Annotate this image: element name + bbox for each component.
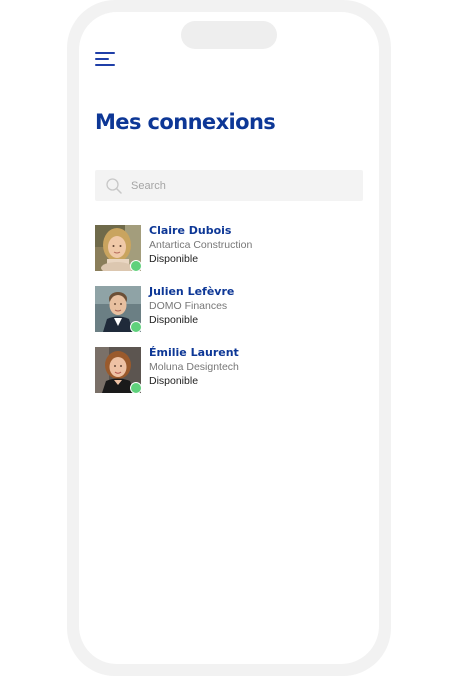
menu-line: [95, 52, 115, 54]
status-online-indicator: [130, 321, 142, 333]
contact-company: Moluna Designtech: [149, 361, 239, 373]
contact-list: Claire Dubois Antartica Construction Dis…: [95, 224, 365, 408]
status-online-indicator: [130, 260, 142, 272]
contact-name: Julien Lefèvre: [149, 285, 235, 298]
avatar: [95, 347, 142, 394]
search-input[interactable]: [131, 179, 331, 192]
phone-notch: [181, 21, 277, 49]
contact-item-claire-dubois[interactable]: Claire Dubois Antartica Construction Dis…: [95, 224, 365, 286]
avatar: [95, 225, 142, 272]
phone-screen: Mes connexions Search Claire Dubois Anta…: [79, 12, 379, 664]
search-icon: [106, 177, 122, 194]
contact-status: Disponible: [149, 314, 199, 326]
search-bar[interactable]: [95, 170, 363, 201]
contact-details: Julien Lefèvre DOMO Finances Disponible: [149, 285, 234, 327]
contact-item-julien-lefevre[interactable]: Julien Lefèvre DOMO Finances Disponible: [95, 285, 365, 347]
page-title: Mes connexions: [95, 110, 276, 134]
menu-line: [95, 64, 115, 66]
contact-name: Claire Dubois: [149, 224, 232, 237]
contact-status: Disponible: [149, 375, 199, 387]
contact-details: Claire Dubois Antartica Construction Dis…: [149, 224, 252, 266]
status-online-indicator: [130, 382, 142, 394]
contact-company: Antartica Construction: [149, 239, 253, 251]
phone-frame: Mes connexions Search Claire Dubois Anta…: [67, 0, 391, 676]
avatar: [95, 286, 142, 333]
contact-name: Émilie Laurent: [149, 346, 239, 359]
contact-item-emilie-laurent[interactable]: Émilie Laurent Moluna Designtech Disponi…: [95, 346, 365, 408]
contact-status: Disponible: [149, 253, 199, 265]
hamburger-menu-icon[interactable]: [95, 50, 117, 68]
contact-company: DOMO Finances: [149, 300, 228, 312]
contact-details: Émilie Laurent Moluna Designtech Disponi…: [149, 346, 239, 388]
menu-line: [95, 58, 109, 60]
